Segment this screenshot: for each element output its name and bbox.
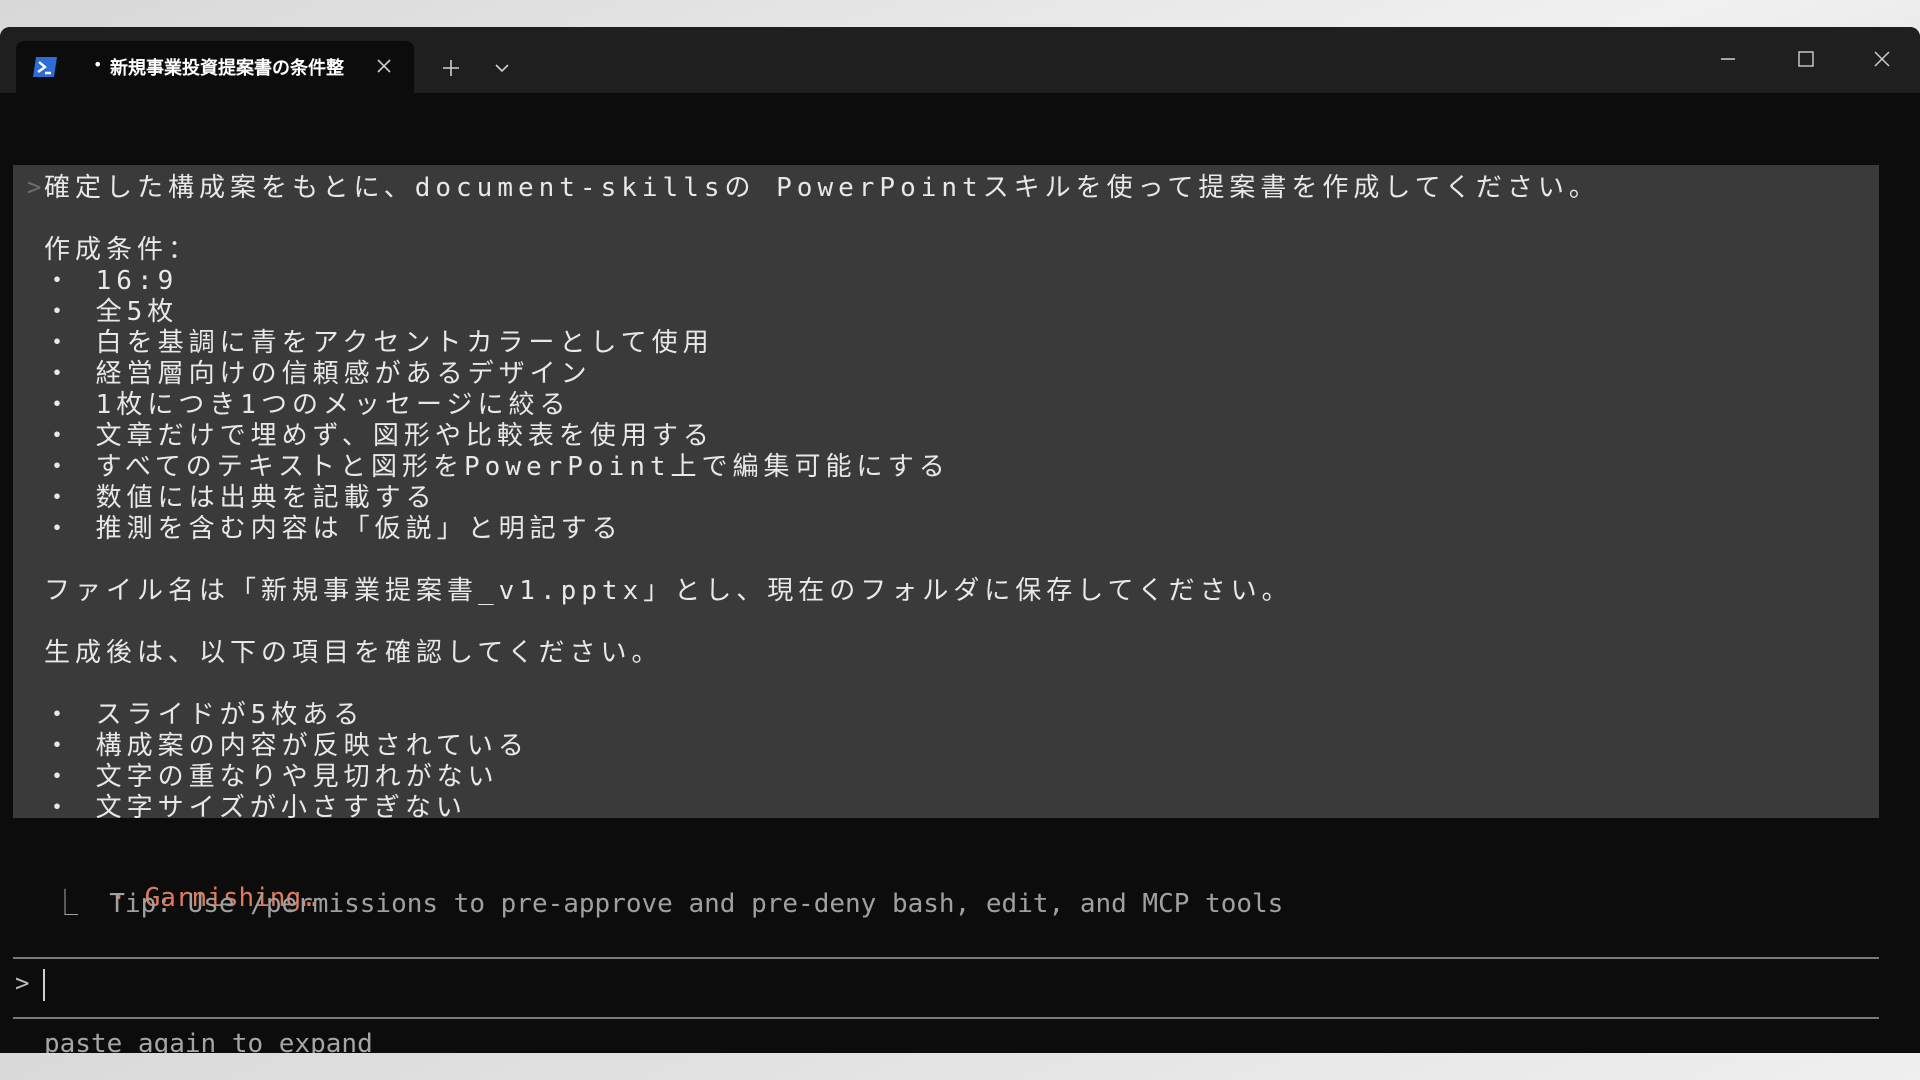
powershell-icon [33,57,57,77]
input-prompt-symbol: > [15,969,30,997]
check-item: ・ 文字サイズが小さすぎない [44,793,467,823]
terminal-content: > 確定した構成案をもとに、document-skillsの PowerPoin… [0,93,1920,1053]
tab-title: 新規事業投資提案書の条件整 [110,58,344,79]
window-close-icon[interactable] [1854,41,1910,77]
close-icon[interactable] [372,54,396,78]
terminal-window: • 新規事業投資提案書の条件整 > 確定した構成案をもとに、document-s… [0,27,1920,1053]
title-bar: • 新規事業投資提案書の条件整 [0,27,1920,93]
condition-item: ・ 推測を含む内容は「仮説」と明記する [44,514,623,544]
maximize-icon[interactable] [1777,41,1833,77]
pasted-prompt-block: > 確定した構成案をもとに、document-skillsの PowerPoin… [13,165,1879,823]
prompt-marker: > [27,173,42,201]
chevron-down-icon[interactable] [490,56,514,80]
text-cursor [43,969,45,1001]
plus-icon[interactable] [437,54,465,82]
tip-text: ⎿ Tip: Use /permissions to pre-approve a… [52,889,1284,919]
input-bottom-divider [13,1017,1879,1019]
minimize-icon[interactable] [1700,41,1756,77]
terminal-tab[interactable]: • 新規事業投資提案書の条件整 [16,41,414,93]
prompt-input[interactable]: > [13,959,1879,1017]
paste-hint: paste again to expand [44,1029,373,1053]
check-heading: 生成後は、以下の項目を確認してください。 [44,638,663,668]
file-instruction: ファイル名は「新規事業提案書_v1.pptx」とし、現在のフォルダに保存してくだ… [44,576,1293,606]
tab-unsaved-dot: • [93,55,103,74]
prompt-intro: 確定した構成案をもとに、document-skillsの PowerPointス… [44,173,1600,203]
